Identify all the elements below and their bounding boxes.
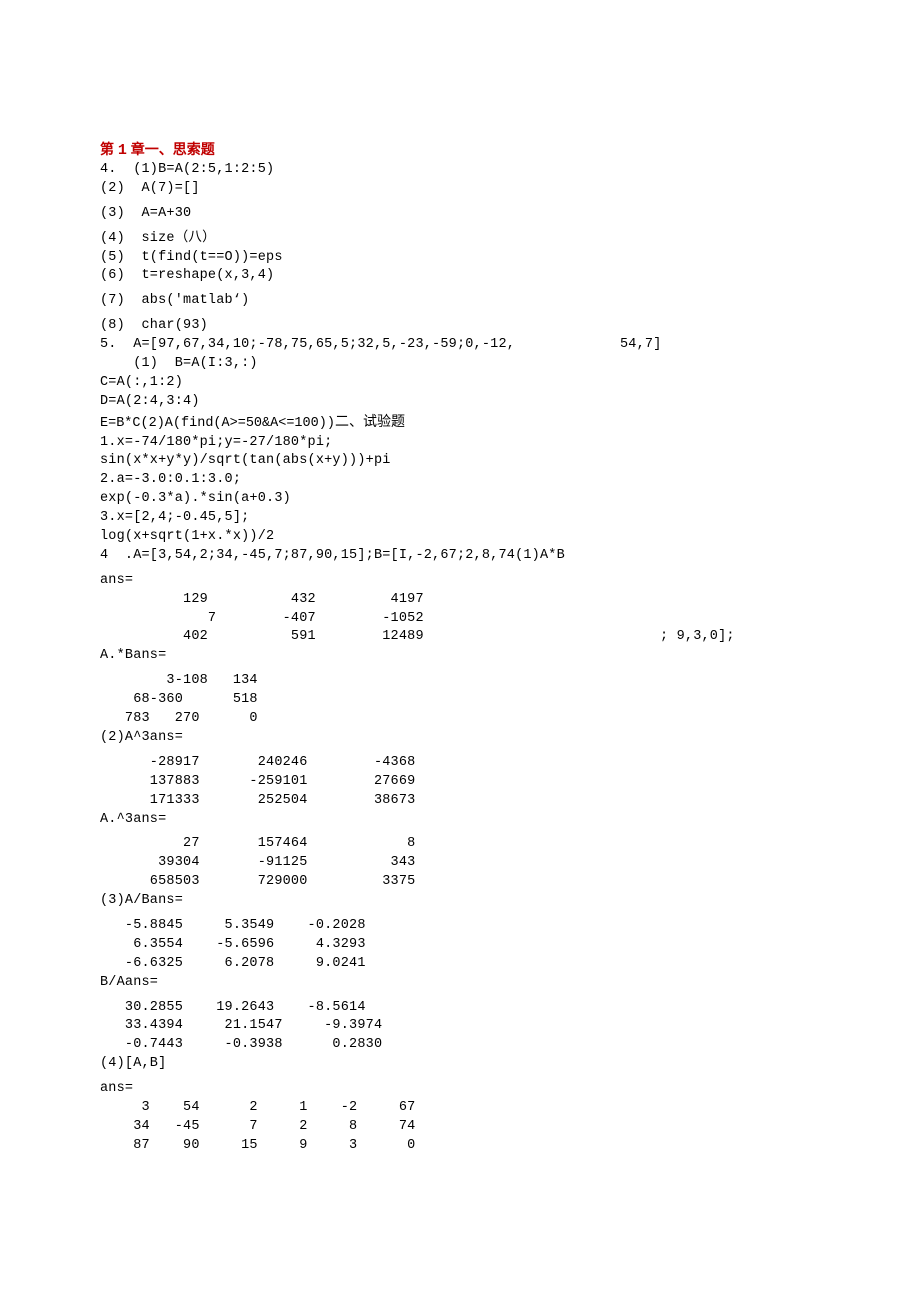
output-row: 7 -407 -1052 [100, 610, 820, 629]
code-line: C=A(:,1:2) [100, 374, 820, 393]
chapter-title: 第 1 章一、思索题 [100, 140, 820, 161]
output-label: (2)A^3ans= [100, 729, 820, 748]
output-row: 68-360 518 [100, 691, 820, 710]
output-row: -0.7443 -0.3938 0.2830 [100, 1036, 820, 1055]
output-row: 87 90 15 9 3 0 [100, 1137, 820, 1156]
code-line: (3) A=A+30 [100, 205, 820, 224]
output-row: 39304 -91125 343 [100, 854, 820, 873]
output-row: 658503 729000 3375 [100, 873, 820, 892]
title-number: 1 [118, 142, 127, 159]
code-line: 3.x=[2,4;-0.45,5]; [100, 509, 820, 528]
code-line: 1.x=-74/180*pi;y=-27/180*pi; [100, 434, 820, 453]
code-line: 4. (1)B=A(2:5,1:2:5) [100, 161, 820, 180]
output-label: (3)A/Bans= [100, 892, 820, 911]
output-row: 6.3554 -5.6596 4.3293 [100, 936, 820, 955]
code-line: exp(-0.3*a).*sin(a+0.3) [100, 490, 820, 509]
title-suffix: 章一、思索题 [127, 141, 215, 157]
output-row: -28917 240246 -4368 [100, 754, 820, 773]
code-line: sin(x*x+y*y)/sqrt(tan(abs(x+y)))+pi [100, 452, 820, 471]
segment-right: ; 9,3,0]; [660, 629, 735, 644]
code-line: (2) A(7)=[] [100, 180, 820, 199]
output-row: 171333 252504 38673 [100, 792, 820, 811]
section-heading: 二、试验题 [335, 413, 405, 429]
code-line: (4) size（八） [100, 230, 820, 249]
code-line: (5) t(find(t==O))=eps [100, 249, 820, 268]
code-line: log(x+sqrt(1+x.*x))/2 [100, 528, 820, 547]
output-row: 33.4394 21.1547 -9.3974 [100, 1017, 820, 1036]
output-label: A.^3ans= [100, 811, 820, 830]
segment-left: 402 591 12489 [100, 628, 660, 647]
code-line: (1) B=A(I:3,:) [100, 355, 820, 374]
output-label: (4)[A,B] [100, 1055, 820, 1074]
output-row: 34 -45 7 2 8 74 [100, 1118, 820, 1137]
output-label: B/Aans= [100, 974, 820, 993]
output-label: ans= [100, 572, 820, 591]
code-line: D=A(2:4,3:4) [100, 393, 820, 412]
output-row: 3 54 2 1 -2 67 [100, 1099, 820, 1118]
title-prefix: 第 [100, 141, 118, 157]
code-line: (7) abs('matlab‘) [100, 292, 820, 311]
output-row: 402 591 12489; 9,3,0]; [100, 628, 820, 647]
output-label: A.*Bans= [100, 647, 820, 666]
output-row: 129 432 4197 [100, 591, 820, 610]
code-line: (6) t=reshape(x,3,4) [100, 267, 820, 286]
code-line: E=B*C(2)A(find(A>=50&A<=100))二、试验题 [100, 412, 820, 434]
code-line: 4 .A=[3,54,2;34,-45,7;87,90,15];B=[I,-2,… [100, 547, 820, 566]
segment-left: E=B*C(2)A(find(A>=50&A<=100)) [100, 416, 335, 431]
segment-right: 54,7] [620, 337, 662, 352]
document-body: 第 1 章一、思索题 4. (1)B=A(2:5,1:2:5) (2) A(7)… [100, 140, 820, 1156]
code-line: (8) char(93) [100, 317, 820, 336]
output-row: -5.8845 5.3549 -0.2028 [100, 917, 820, 936]
output-label: ans= [100, 1080, 820, 1099]
code-line: 2.a=-3.0:0.1:3.0; [100, 471, 820, 490]
output-row: 783 270 0 [100, 710, 820, 729]
output-row: 30.2855 19.2643 -8.5614 [100, 999, 820, 1018]
segment-left: 5. A=[97,67,34,10;-78,75,65,5;32,5,-23,-… [100, 336, 620, 355]
output-row: 137883 -259101 27669 [100, 773, 820, 792]
output-row: 3-108 134 [100, 672, 820, 691]
output-row: -6.6325 6.2078 9.0241 [100, 955, 820, 974]
code-line: 5. A=[97,67,34,10;-78,75,65,5;32,5,-23,-… [100, 336, 820, 355]
output-row: 27 157464 8 [100, 835, 820, 854]
